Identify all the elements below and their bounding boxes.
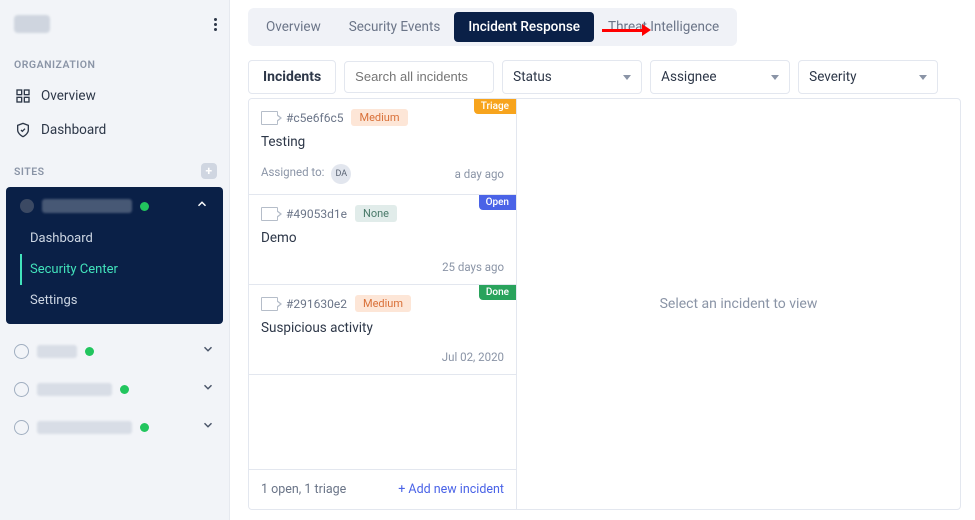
incident-detail: Select an incident to view	[517, 99, 960, 509]
incident-summary: 1 open, 1 triage	[261, 482, 346, 497]
chevron-down-icon	[201, 418, 215, 436]
sidebar-item-label: Dashboard	[41, 122, 106, 138]
collapsed-site-name	[37, 383, 112, 396]
org-logo	[14, 15, 50, 33]
filter-assignee-label: Assignee	[661, 69, 716, 85]
sidebar-section-organization: ORGANIZATION	[0, 42, 229, 79]
incident-list-footer: 1 open, 1 triage + Add new incident	[249, 469, 516, 509]
incident-time: a day ago	[455, 167, 504, 181]
site-sub-dashboard[interactable]: Dashboard	[20, 223, 223, 254]
filter-assignee[interactable]: Assignee	[650, 60, 790, 94]
site-status-dot	[85, 347, 94, 356]
sidebar-section-sites: SITES +	[0, 147, 229, 183]
globe-icon	[20, 199, 34, 213]
incident-list-body[interactable]: Triage #c5e6f6c5 Medium Testing Assigned…	[249, 99, 516, 469]
collapsed-site-name	[37, 345, 77, 358]
main-content: Overview Security Events Incident Respon…	[230, 0, 975, 520]
detail-placeholder: Select an incident to view	[660, 296, 818, 312]
collapsed-site-row-1[interactable]	[0, 332, 229, 370]
filter-status-label: Status	[513, 69, 552, 85]
site-status-dot	[140, 423, 149, 432]
incident-time: 25 days ago	[442, 260, 504, 274]
tab-bar: Overview Security Events Incident Respon…	[248, 8, 737, 46]
severity-pill: None	[355, 205, 397, 222]
incident-id: #291630e2	[286, 297, 347, 311]
incident-card[interactable]: Triage #c5e6f6c5 Medium Testing Assigned…	[249, 99, 516, 195]
incident-card[interactable]: Done #291630e2 Medium Suspicious activit…	[249, 285, 516, 375]
sidebar-item-overview[interactable]: Overview	[0, 79, 229, 113]
content-area: Triage #c5e6f6c5 Medium Testing Assigned…	[248, 98, 961, 510]
severity-pill: Medium	[351, 109, 407, 126]
assignee-avatar: DA	[331, 164, 351, 184]
severity-pill: Medium	[355, 295, 411, 312]
tab-incident-response[interactable]: Incident Response	[454, 12, 594, 42]
search-input[interactable]	[355, 69, 483, 84]
globe-icon	[14, 420, 29, 435]
filter-severity[interactable]: Severity	[798, 60, 938, 94]
incident-title: Suspicious activity	[261, 320, 504, 336]
add-site-icon[interactable]: +	[201, 163, 217, 179]
incident-id: #49053d1e	[286, 207, 347, 221]
active-site-panel: Dashboard Security Center Settings	[6, 187, 223, 324]
sidebar: ORGANIZATION Overview Dashboard SITES +	[0, 0, 230, 520]
status-chip: Done	[479, 285, 516, 300]
caret-down-icon	[919, 75, 927, 80]
tag-icon	[261, 297, 278, 311]
app-root: ORGANIZATION Overview Dashboard SITES +	[0, 0, 975, 520]
sidebar-top	[0, 0, 229, 42]
caret-down-icon	[623, 75, 631, 80]
chevron-down-icon	[201, 380, 215, 398]
status-chip: Open	[479, 195, 516, 210]
filter-status[interactable]: Status	[502, 60, 642, 94]
toolbar: Incidents Status Assignee Severity	[248, 60, 961, 94]
tab-overview[interactable]: Overview	[252, 12, 335, 42]
status-chip: Triage	[474, 99, 516, 114]
toolbar-title: Incidents	[248, 60, 336, 94]
site-sub-security-center[interactable]: Security Center	[20, 254, 223, 285]
collapsed-site-row-2[interactable]	[0, 370, 229, 408]
add-incident-link[interactable]: + Add new incident	[398, 482, 504, 497]
filter-severity-label: Severity	[809, 69, 856, 85]
incident-id: #c5e6f6c5	[286, 111, 343, 125]
chevron-up-icon	[195, 197, 209, 215]
collapsed-site-row-3[interactable]	[0, 408, 229, 446]
site-status-dot	[140, 202, 149, 211]
grid-icon	[14, 87, 32, 105]
sidebar-item-label: Overview	[41, 88, 96, 104]
active-site-row[interactable]	[6, 187, 223, 223]
tag-icon	[261, 111, 278, 125]
globe-icon	[14, 382, 29, 397]
tab-security-events[interactable]: Security Events	[335, 12, 455, 42]
incident-title: Testing	[261, 134, 504, 150]
collapsed-site-name	[37, 421, 132, 434]
globe-icon	[14, 344, 29, 359]
tag-icon	[261, 207, 278, 221]
search-box[interactable]	[344, 61, 494, 93]
site-sub-settings[interactable]: Settings	[20, 285, 223, 316]
sidebar-item-dashboard[interactable]: Dashboard	[0, 113, 229, 147]
shield-check-icon	[14, 121, 32, 139]
kebab-menu-icon[interactable]	[214, 18, 217, 31]
sidebar-section-sites-label: SITES	[14, 165, 45, 178]
chevron-down-icon	[201, 342, 215, 360]
incident-title: Demo	[261, 230, 504, 246]
tab-threat-intelligence[interactable]: Threat Intelligence	[594, 12, 733, 42]
incident-list: Triage #c5e6f6c5 Medium Testing Assigned…	[249, 99, 517, 509]
site-status-dot	[120, 385, 129, 394]
incident-card[interactable]: Open #49053d1e None Demo 25 days ago	[249, 195, 516, 285]
incident-time: Jul 02, 2020	[442, 350, 504, 364]
caret-down-icon	[771, 75, 779, 80]
active-site-name	[42, 199, 132, 213]
assigned-to-label: Assigned to:	[261, 165, 324, 179]
